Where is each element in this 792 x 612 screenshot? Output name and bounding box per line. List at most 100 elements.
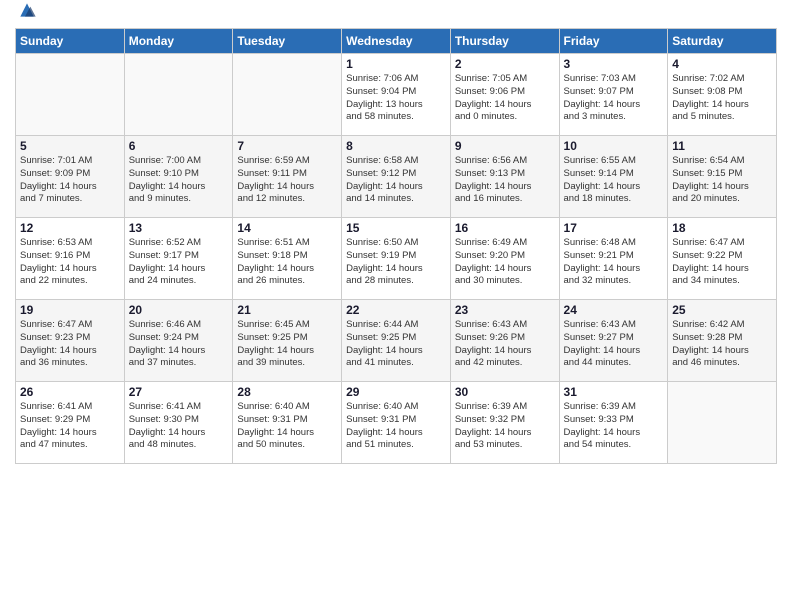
day-number: 1: [346, 57, 446, 71]
day-number: 26: [20, 385, 120, 399]
day-info: Sunrise: 6:43 AMSunset: 9:27 PMDaylight:…: [564, 319, 664, 370]
day-number: 27: [129, 385, 229, 399]
day-number: 4: [672, 57, 772, 71]
day-number: 30: [455, 385, 555, 399]
day-info: Sunrise: 6:41 AMSunset: 9:30 PMDaylight:…: [129, 401, 229, 452]
day-number: 24: [564, 303, 664, 317]
table-row: 10Sunrise: 6:55 AMSunset: 9:14 PMDayligh…: [559, 136, 668, 218]
table-row: 23 Sunrise: 6:43 AMSunset: 9:26 PMDayligh…: [450, 300, 559, 382]
table-row: 8 Sunrise: 6:58 AMSunset: 9:12 PMDaylight…: [342, 136, 451, 218]
table-row: 20 Sunrise: 6:46 AMSunset: 9:24 PMDayligh…: [124, 300, 233, 382]
day-number: 28: [237, 385, 337, 399]
day-info: Sunrise: 6:39 AMSunset: 9:33 PMDaylight:…: [564, 401, 664, 452]
col-sunday: Sunday: [16, 29, 125, 54]
calendar: Sunday Monday Tuesday Wednesday Thursday…: [15, 28, 777, 464]
table-row: [668, 382, 777, 464]
table-row: 21 Sunrise: 6:45 AMSunset: 9:25 PMDayligh…: [233, 300, 342, 382]
table-row: [124, 54, 233, 136]
day-info: Sunrise: 6:54 AMSunset: 9:15 PMDaylight:…: [672, 155, 772, 206]
table-row: 7 Sunrise: 6:59 AMSunset: 9:11 PMDaylight…: [233, 136, 342, 218]
day-info: Sunrise: 7:01 AMSunset: 9:09 PMDaylight:…: [20, 155, 120, 206]
day-info: Sunrise: 6:52 AMSunset: 9:17 PMDaylight:…: [129, 237, 229, 288]
day-number: 14: [237, 221, 337, 235]
day-number: 3: [564, 57, 664, 71]
day-number: 2: [455, 57, 555, 71]
calendar-week-row: 5 Sunrise: 7:01 AMSunset: 9:09 PMDaylight…: [16, 136, 777, 218]
logo-icon: [17, 0, 37, 20]
day-info: Sunrise: 6:40 AMSunset: 9:31 PMDaylight:…: [346, 401, 446, 452]
calendar-week-row: 26Sunrise: 6:41 AMSunset: 9:29 PMDayligh…: [16, 382, 777, 464]
calendar-week-row: 12 Sunrise: 6:53 AMSunset: 9:16 PMDayligh…: [16, 218, 777, 300]
day-number: 13: [129, 221, 229, 235]
day-number: 20: [129, 303, 229, 317]
day-number: 31: [564, 385, 664, 399]
table-row: 4 Sunrise: 7:02 AMSunset: 9:08 PMDaylight…: [668, 54, 777, 136]
table-row: 18 Sunrise: 6:47 AMSunset: 9:22 PMDayligh…: [668, 218, 777, 300]
day-number: 29: [346, 385, 446, 399]
col-saturday: Saturday: [668, 29, 777, 54]
day-number: 10: [564, 139, 664, 153]
day-info: Sunrise: 6:44 AMSunset: 9:25 PMDaylight:…: [346, 319, 446, 370]
day-info: Sunrise: 6:43 AMSunset: 9:26 PMDaylight:…: [455, 319, 555, 370]
table-row: 19Sunrise: 6:47 AMSunset: 9:23 PMDayligh…: [16, 300, 125, 382]
calendar-week-row: 1 Sunrise: 7:06 AMSunset: 9:04 PMDaylight…: [16, 54, 777, 136]
day-number: 25: [672, 303, 772, 317]
day-info: Sunrise: 6:53 AMSunset: 9:16 PMDaylight:…: [20, 237, 120, 288]
day-number: 9: [455, 139, 555, 153]
day-number: 8: [346, 139, 446, 153]
day-number: 6: [129, 139, 229, 153]
col-thursday: Thursday: [450, 29, 559, 54]
day-info: Sunrise: 7:02 AMSunset: 9:08 PMDaylight:…: [672, 73, 772, 124]
table-row: 3 Sunrise: 7:03 AMSunset: 9:07 PMDaylight…: [559, 54, 668, 136]
day-info: Sunrise: 6:58 AMSunset: 9:12 PMDaylight:…: [346, 155, 446, 206]
day-number: 19: [20, 303, 120, 317]
table-row: 1 Sunrise: 7:06 AMSunset: 9:04 PMDaylight…: [342, 54, 451, 136]
day-info: Sunrise: 6:42 AMSunset: 9:28 PMDaylight:…: [672, 319, 772, 370]
day-number: 15: [346, 221, 446, 235]
day-number: 5: [20, 139, 120, 153]
col-wednesday: Wednesday: [342, 29, 451, 54]
day-info: Sunrise: 7:03 AMSunset: 9:07 PMDaylight:…: [564, 73, 664, 124]
day-number: 22: [346, 303, 446, 317]
col-tuesday: Tuesday: [233, 29, 342, 54]
day-number: 21: [237, 303, 337, 317]
day-info: Sunrise: 6:39 AMSunset: 9:32 PMDaylight:…: [455, 401, 555, 452]
table-row: [16, 54, 125, 136]
day-info: Sunrise: 6:49 AMSunset: 9:20 PMDaylight:…: [455, 237, 555, 288]
day-info: Sunrise: 7:00 AMSunset: 9:10 PMDaylight:…: [129, 155, 229, 206]
day-info: Sunrise: 6:40 AMSunset: 9:31 PMDaylight:…: [237, 401, 337, 452]
table-row: 27 Sunrise: 6:41 AMSunset: 9:30 PMDayligh…: [124, 382, 233, 464]
col-friday: Friday: [559, 29, 668, 54]
day-info: Sunrise: 6:47 AMSunset: 9:22 PMDaylight:…: [672, 237, 772, 288]
day-info: Sunrise: 7:05 AMSunset: 9:06 PMDaylight:…: [455, 73, 555, 124]
table-row: 6 Sunrise: 7:00 AMSunset: 9:10 PMDaylight…: [124, 136, 233, 218]
day-number: 17: [564, 221, 664, 235]
col-monday: Monday: [124, 29, 233, 54]
table-row: 25 Sunrise: 6:42 AMSunset: 9:28 PMDayligh…: [668, 300, 777, 382]
day-number: 7: [237, 139, 337, 153]
table-row: 11 Sunrise: 6:54 AMSunset: 9:15 PMDayligh…: [668, 136, 777, 218]
calendar-week-row: 19Sunrise: 6:47 AMSunset: 9:23 PMDayligh…: [16, 300, 777, 382]
day-number: 18: [672, 221, 772, 235]
table-row: 30 Sunrise: 6:39 AMSunset: 9:32 PMDayligh…: [450, 382, 559, 464]
day-info: Sunrise: 6:45 AMSunset: 9:25 PMDaylight:…: [237, 319, 337, 370]
table-row: 17Sunrise: 6:48 AMSunset: 9:21 PMDayligh…: [559, 218, 668, 300]
day-info: Sunrise: 6:56 AMSunset: 9:13 PMDaylight:…: [455, 155, 555, 206]
day-number: 11: [672, 139, 772, 153]
table-row: 14Sunrise: 6:51 AMSunset: 9:18 PMDayligh…: [233, 218, 342, 300]
table-row: 15 Sunrise: 6:50 AMSunset: 9:19 PMDayligh…: [342, 218, 451, 300]
day-info: Sunrise: 6:59 AMSunset: 9:11 PMDaylight:…: [237, 155, 337, 206]
table-row: 13 Sunrise: 6:52 AMSunset: 9:17 PMDayligh…: [124, 218, 233, 300]
day-number: 23: [455, 303, 555, 317]
day-info: Sunrise: 6:46 AMSunset: 9:24 PMDaylight:…: [129, 319, 229, 370]
day-number: 12: [20, 221, 120, 235]
table-row: 16 Sunrise: 6:49 AMSunset: 9:20 PMDayligh…: [450, 218, 559, 300]
table-row: 5 Sunrise: 7:01 AMSunset: 9:09 PMDaylight…: [16, 136, 125, 218]
page: Sunday Monday Tuesday Wednesday Thursday…: [0, 0, 792, 612]
day-number: 16: [455, 221, 555, 235]
day-info: Sunrise: 7:06 AMSunset: 9:04 PMDaylight:…: [346, 73, 446, 124]
table-row: 29 Sunrise: 6:40 AMSunset: 9:31 PMDayligh…: [342, 382, 451, 464]
table-row: 22 Sunrise: 6:44 AMSunset: 9:25 PMDayligh…: [342, 300, 451, 382]
table-row: 9 Sunrise: 6:56 AMSunset: 9:13 PMDaylight…: [450, 136, 559, 218]
day-info: Sunrise: 6:50 AMSunset: 9:19 PMDaylight:…: [346, 237, 446, 288]
